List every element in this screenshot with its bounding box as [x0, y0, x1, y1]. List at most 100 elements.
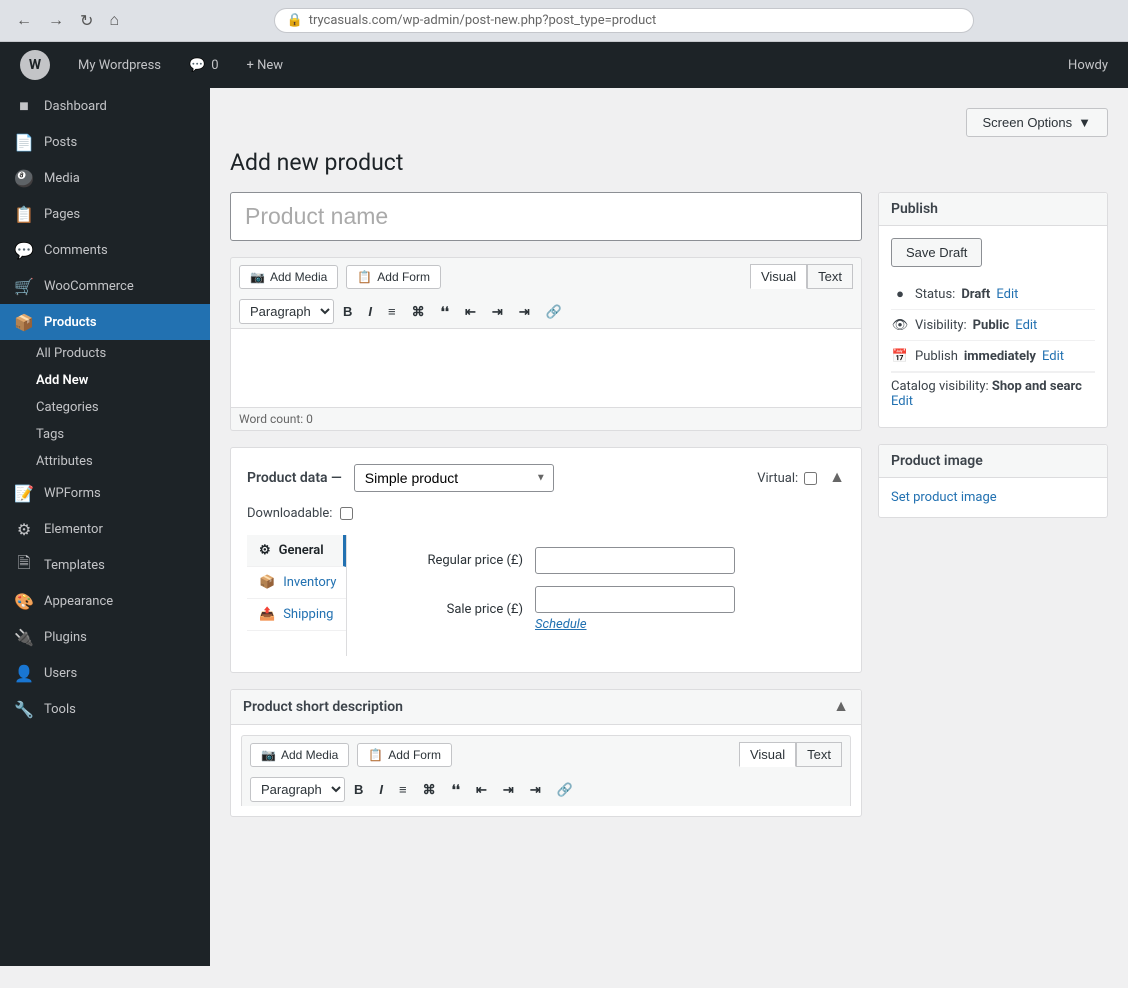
align-center-button[interactable]: ⇥: [485, 300, 510, 324]
visual-label: Visual: [761, 269, 796, 284]
publish-edit-link[interactable]: Edit: [1042, 349, 1064, 364]
sidebar-item-wpforms[interactable]: 📝 WPForms: [0, 475, 210, 511]
virtual-checkbox[interactable]: [804, 472, 817, 485]
set-product-image-link[interactable]: Set product image: [891, 490, 997, 505]
sidebar-item-tools[interactable]: 🔧 Tools: [0, 691, 210, 727]
product-type-select[interactable]: Simple product: [354, 464, 554, 492]
sidebar-item-all-products[interactable]: All Products: [0, 340, 210, 367]
short-desc-paragraph-select[interactable]: Paragraph: [250, 777, 345, 802]
add-media-label: Add Media: [270, 270, 327, 284]
pages-icon: 📋: [14, 204, 34, 224]
short-desc-align-center-button[interactable]: ⇥: [496, 778, 521, 802]
sidebar-item-products[interactable]: 📦 Products: [0, 304, 210, 340]
sidebar-label-categories: Categories: [36, 400, 99, 415]
comments-count: 0: [211, 58, 218, 73]
save-draft-button[interactable]: Save Draft: [891, 238, 982, 267]
url-bar[interactable]: 🔒 trycasuals.com/wp-admin/post-new.php?p…: [274, 8, 974, 33]
product-name-input[interactable]: [230, 192, 862, 241]
catalog-edit-link[interactable]: Edit: [891, 394, 1095, 409]
regular-price-input[interactable]: [535, 547, 735, 574]
short-desc-format-bar: Paragraph B I ≡ ⌘ ❛❛ ⇤ ⇥ ⇥ 🔗: [241, 773, 851, 806]
short-desc-align-right-button[interactable]: ⇥: [523, 778, 548, 802]
sidebar-item-pages[interactable]: 📋 Pages: [0, 196, 210, 232]
short-desc-align-left-button[interactable]: ⇤: [469, 778, 494, 802]
sidebar-item-tags[interactable]: Tags: [0, 421, 210, 448]
sidebar-item-elementor[interactable]: ⚙ Elementor: [0, 511, 210, 547]
visual-tab-button[interactable]: Visual: [750, 264, 807, 289]
home-button[interactable]: ⌂: [105, 10, 123, 32]
templates-icon: 🗎: [14, 555, 34, 575]
sidebar-item-appearance[interactable]: 🎨 Appearance: [0, 583, 210, 619]
link-button[interactable]: 🔗: [539, 300, 569, 324]
site-name-item[interactable]: My Wordpress: [66, 42, 173, 88]
short-desc-italic-button[interactable]: I: [372, 778, 390, 801]
general-tab-label: General: [279, 543, 324, 558]
wp-main: Screen Options ▼ Add new product 📷 Add M…: [210, 88, 1128, 966]
wpforms-icon: 📝: [14, 483, 34, 503]
downloadable-checkbox[interactable]: [340, 507, 353, 520]
short-desc-add-media-button[interactable]: 📷 Add Media: [250, 743, 349, 767]
sidebar-item-media[interactable]: 🎱 Media: [0, 160, 210, 196]
short-desc-visual-button[interactable]: Visual: [739, 742, 796, 767]
short-desc-link-button[interactable]: 🔗: [550, 778, 580, 802]
tab-inventory[interactable]: 📦 Inventory: [247, 567, 346, 599]
unordered-list-button[interactable]: ≡: [381, 300, 403, 323]
status-edit-link[interactable]: Edit: [996, 287, 1018, 302]
short-desc-bold-button[interactable]: B: [347, 778, 370, 801]
dashboard-icon: ■: [14, 96, 34, 116]
elementor-icon: ⚙: [14, 519, 34, 539]
sidebar-item-users[interactable]: 👤 Users: [0, 655, 210, 691]
wp-logo-item[interactable]: W: [8, 42, 62, 88]
forward-button[interactable]: →: [44, 10, 68, 32]
howdy-item[interactable]: Howdy: [1056, 42, 1120, 88]
sidebar-item-templates[interactable]: 🗎 Templates: [0, 547, 210, 583]
short-desc-text-button[interactable]: Text: [796, 742, 842, 767]
visibility-edit-link[interactable]: Edit: [1015, 318, 1037, 333]
calendar-icon: 📅: [891, 347, 909, 365]
sale-price-input[interactable]: [535, 586, 735, 613]
short-desc-add-form-button[interactable]: 📋 Add Form: [357, 743, 452, 767]
editor-body[interactable]: [230, 328, 862, 408]
short-desc-ol-button[interactable]: ⌘: [416, 778, 443, 802]
bold-button[interactable]: B: [336, 300, 359, 323]
sidebar-item-woocommerce[interactable]: 🛒 WooCommerce: [0, 268, 210, 304]
shipping-tab-icon: 📤: [259, 607, 275, 622]
blockquote-button[interactable]: ❛❛: [434, 300, 456, 324]
tab-shipping[interactable]: 📤 Shipping: [247, 599, 346, 631]
catalog-value: Shop and searc: [992, 379, 1082, 394]
sidebar-item-add-new[interactable]: Add New: [0, 367, 210, 394]
wp-layout: ■ Dashboard 📄 Posts 🎱 Media 📋 Pages 💬 Co…: [0, 88, 1128, 966]
product-tabs: ⚙ General 📦 Inventory 📤 Shipping: [247, 535, 845, 656]
schedule-link[interactable]: Schedule: [535, 617, 735, 632]
collapse-button[interactable]: ▲: [829, 469, 845, 487]
align-left-button[interactable]: ⇤: [458, 300, 483, 324]
reload-button[interactable]: ↻: [76, 9, 97, 33]
sidebar-item-plugins[interactable]: 🔌 Plugins: [0, 619, 210, 655]
short-desc-blockquote-button[interactable]: ❛❛: [445, 778, 467, 802]
add-media-button[interactable]: 📷 Add Media: [239, 265, 338, 289]
sidebar-item-categories[interactable]: Categories: [0, 394, 210, 421]
italic-button[interactable]: I: [361, 300, 379, 323]
sidebar-item-attributes[interactable]: Attributes: [0, 448, 210, 475]
align-right-button[interactable]: ⇥: [512, 300, 537, 324]
short-desc-ul-button[interactable]: ≡: [392, 778, 414, 801]
howdy-label: Howdy: [1068, 58, 1108, 73]
editor-toolbar-right: Visual Text: [750, 264, 853, 289]
text-tab-button[interactable]: Text: [807, 264, 853, 289]
add-form-button[interactable]: 📋 Add Form: [346, 265, 441, 289]
back-button[interactable]: ←: [12, 10, 36, 32]
paragraph-select[interactable]: Paragraph: [239, 299, 334, 324]
sidebar-item-dashboard[interactable]: ■ Dashboard: [0, 88, 210, 124]
short-desc-collapse-button[interactable]: ▲: [833, 698, 849, 716]
ordered-list-button[interactable]: ⌘: [405, 300, 432, 324]
sidebar-item-posts[interactable]: 📄 Posts: [0, 124, 210, 160]
lock-icon: 🔒: [287, 13, 303, 28]
downloadable-row: Downloadable:: [247, 506, 845, 521]
comments-item[interactable]: 💬 0: [177, 42, 231, 88]
sidebar-item-comments[interactable]: 💬 Comments: [0, 232, 210, 268]
plugins-icon: 🔌: [14, 627, 34, 647]
tab-general[interactable]: ⚙ General: [247, 535, 346, 567]
new-item[interactable]: + New: [235, 42, 296, 88]
screen-options-chevron: ▼: [1078, 115, 1091, 130]
screen-options-button[interactable]: Screen Options ▼: [966, 108, 1108, 137]
